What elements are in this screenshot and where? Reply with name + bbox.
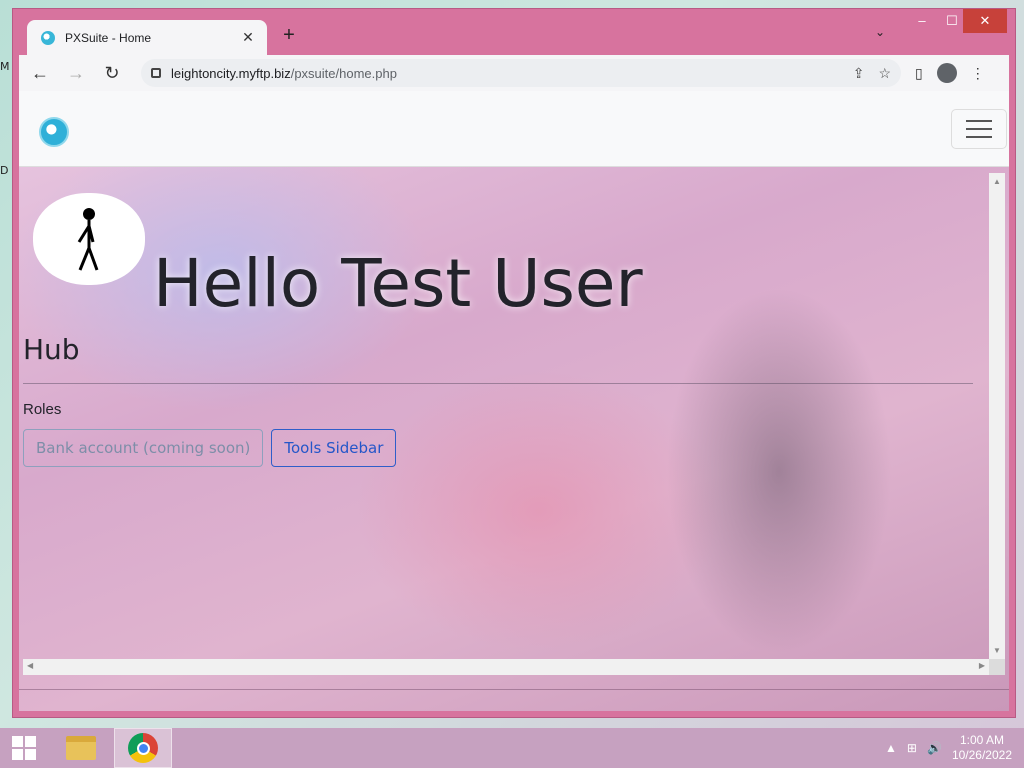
clock-time: 1:00 AM [959, 733, 1004, 747]
scroll-down-arrow-icon[interactable]: ▼ [989, 646, 1005, 655]
hub-title: Hub [23, 333, 80, 366]
network-icon[interactable]: ⊞ [907, 741, 917, 755]
windows-logo-icon [12, 736, 36, 760]
browser-titlebar: PXSuite - Home ✕ + ⌄ – ☐ ✕ [13, 9, 1015, 55]
url-path: /pxsuite/home.php [290, 65, 397, 81]
scrollbar-corner [989, 659, 1005, 675]
roles-button-group: Bank account (coming soon) Tools Sidebar [23, 429, 397, 467]
side-panel-icon[interactable]: ▯ [915, 65, 923, 82]
tools-sidebar-button[interactable]: Tools Sidebar [271, 429, 397, 467]
browser-menu-icon[interactable]: ⋮ [971, 65, 985, 82]
stick-figure-icon [77, 208, 99, 271]
vertical-scrollbar[interactable]: ▲ ▼ [989, 173, 1005, 659]
scroll-right-arrow-icon[interactable]: ▶ [979, 661, 985, 670]
minimize-button[interactable]: – [907, 9, 937, 33]
file-explorer-taskbar-button[interactable] [52, 728, 110, 768]
page-viewport: Hello Test User Hub Roles Bank account (… [19, 91, 1009, 711]
hamburger-line [966, 128, 992, 130]
address-bar[interactable]: leightoncity.myftp.biz /pxsuite/home.php… [141, 59, 901, 87]
taskbar: ▲ ⊞ 🔊 1:00 AM 10/26/2022 [0, 728, 1024, 768]
tab-search-chevron-icon[interactable]: ⌄ [875, 25, 885, 39]
roles-label: Roles [23, 401, 62, 418]
footer-divider [19, 689, 1009, 690]
browser-window: PXSuite - Home ✕ + ⌄ – ☐ ✕ ← → ↻ leighto… [12, 8, 1016, 718]
browser-toolbar: ← → ↻ leightoncity.myftp.biz /pxsuite/ho… [19, 55, 1009, 91]
site-favicon-icon [41, 30, 55, 45]
reload-button[interactable]: ↻ [97, 58, 127, 88]
bookmark-star-icon[interactable]: ☆ [878, 65, 891, 82]
site-navbar [19, 91, 1009, 167]
share-icon[interactable]: ⇪ [853, 65, 865, 82]
hub-frame: Hello Test User Hub Roles Bank account (… [23, 173, 989, 671]
clock[interactable]: 1:00 AM 10/26/2022 [952, 733, 1012, 763]
close-window-button[interactable]: ✕ [963, 9, 1007, 33]
scroll-up-arrow-icon[interactable]: ▲ [989, 177, 1005, 186]
bank-account-button[interactable]: Bank account (coming soon) [23, 429, 264, 467]
user-avatar [33, 193, 145, 285]
divider [23, 383, 973, 384]
new-tab-button[interactable]: + [277, 23, 301, 47]
clock-date: 10/26/2022 [951, 748, 1012, 762]
start-button[interactable] [0, 728, 48, 768]
forward-button[interactable]: → [61, 58, 91, 88]
show-hidden-icons-icon[interactable]: ▲ [885, 741, 897, 755]
site-logo-globe-icon[interactable] [39, 117, 69, 147]
profile-avatar-icon[interactable] [936, 63, 957, 83]
volume-icon[interactable]: 🔊 [927, 741, 942, 755]
lock-icon[interactable] [151, 68, 161, 78]
url-host: leightoncity.myftp.biz [171, 65, 291, 81]
tab-close-icon[interactable]: ✕ [239, 29, 257, 46]
hamburger-line [966, 136, 992, 138]
chrome-taskbar-button[interactable] [114, 728, 172, 768]
folder-icon [66, 736, 96, 760]
navbar-toggle-button[interactable] [951, 109, 1007, 149]
scroll-left-arrow-icon[interactable]: ◀ [27, 661, 33, 670]
tab-title: PXSuite - Home [65, 30, 152, 45]
hamburger-line [966, 120, 992, 122]
horizontal-scrollbar[interactable]: ◀ ▶ [23, 659, 989, 675]
back-button[interactable]: ← [25, 58, 55, 88]
tab-pxsuite-home[interactable]: PXSuite - Home ✕ [27, 20, 267, 55]
greeting-heading: Hello Test User [153, 245, 643, 322]
desktop-icon-fragment: D [0, 164, 9, 177]
system-tray: ▲ ⊞ 🔊 1:00 AM 10/26/2022 [885, 733, 1024, 763]
desktop-icon-fragment: M [0, 60, 10, 73]
chrome-icon [128, 733, 158, 763]
